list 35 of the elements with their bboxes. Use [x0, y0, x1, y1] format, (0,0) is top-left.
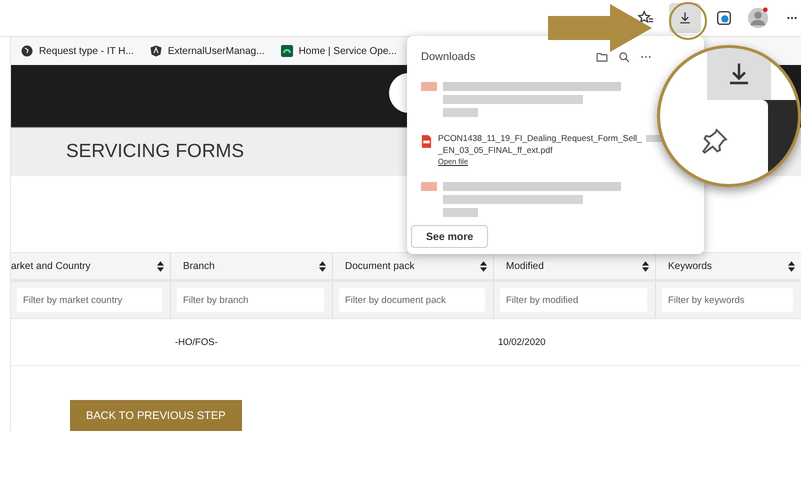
pointer-arrow-icon [548, 4, 652, 52]
file-name: _EN_03_05_FINAL_ff_ext.pdf [438, 145, 553, 156]
filter-field[interactable]: Filter by branch [177, 288, 324, 312]
browser-icon[interactable] [715, 9, 733, 27]
filter-field[interactable]: Filter by modified [500, 288, 647, 312]
panel-title: Downloads [421, 51, 476, 64]
shield-icon [150, 45, 162, 57]
sort-icon [157, 260, 164, 272]
highlight-circle [669, 2, 707, 40]
bookmark-link[interactable]: ExternalUserManag... [150, 45, 265, 57]
filter-field[interactable]: Filter by document pack [339, 288, 485, 312]
table-cell-text: -HO/FOS- [174, 336, 218, 348]
table-cell-text: 10/02/2020 [497, 336, 546, 348]
download-icon [677, 10, 693, 26]
bookmark-link[interactable]: Request type - IT H... [21, 45, 134, 57]
see-more-button[interactable]: See more [411, 225, 488, 248]
page-title: SERVICING FORMS [66, 141, 244, 163]
bookmark-link[interactable]: Home | Service Ope... [280, 45, 397, 57]
sort-icon [788, 260, 795, 272]
service-icon [280, 45, 293, 57]
download-button[interactable] [669, 3, 701, 33]
filter-field[interactable]: Filter by keywords [662, 288, 793, 312]
search-icon[interactable] [618, 51, 630, 64]
sort-icon [642, 260, 649, 272]
sort-icon [480, 260, 487, 272]
sort-icon [319, 260, 326, 272]
globe-icon [21, 45, 33, 57]
filter-field[interactable]: Filter by market country [17, 288, 162, 312]
column-header[interactable]: arket and Country [11, 253, 171, 279]
column-header[interactable]: Branch [171, 253, 333, 279]
pdf-file-icon [421, 135, 432, 148]
profile-avatar-icon[interactable] [747, 7, 769, 29]
folder-icon[interactable] [596, 51, 608, 64]
back-button[interactable]: BACK TO PREVIOUS STEP [70, 400, 242, 431]
file-name: PCON1438_11_19_FI_Dealing_Request_Form_Sell_ [438, 133, 642, 144]
